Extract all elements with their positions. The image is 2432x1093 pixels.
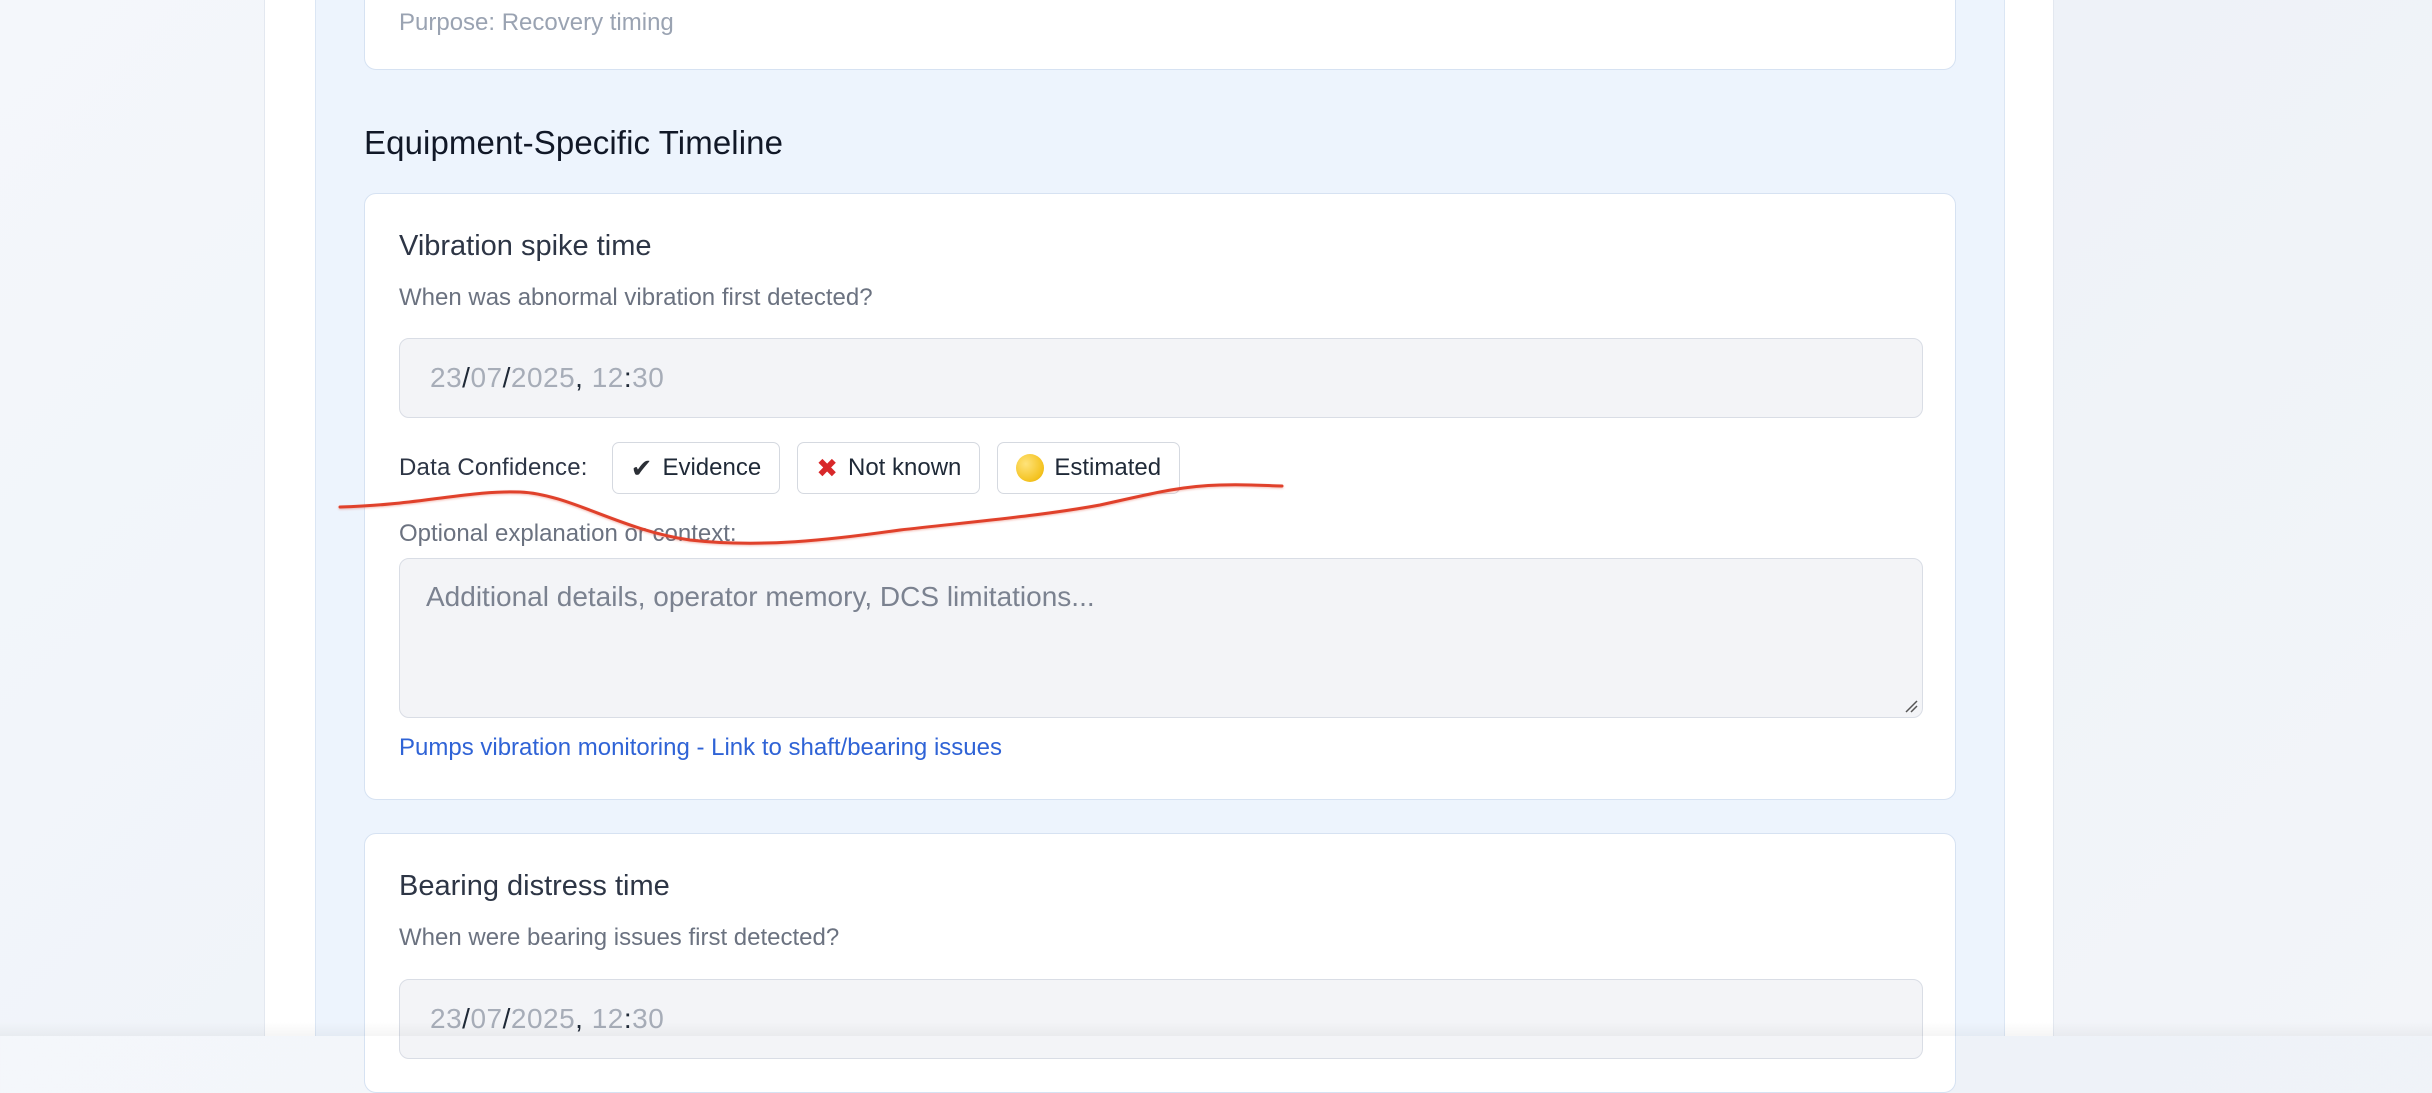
minute-segment[interactable]: 30 [632, 362, 664, 394]
day-segment[interactable]: 23 [430, 362, 462, 394]
year-segment[interactable]: 2025 [511, 362, 575, 394]
data-confidence-row: Data Confidence: ✔ Evidence ✖ Not known … [399, 442, 1197, 494]
explanation-placeholder: Additional details, operator memory, DCS… [426, 581, 1095, 612]
red-x-icon: ✖ [816, 452, 838, 483]
chip-label: Not known [847, 454, 962, 481]
explanation-label: Optional explanation or context: [399, 520, 737, 547]
datetime-input[interactable]: 23/07/2025, 12:30 [399, 979, 1923, 1059]
question-title: Bearing distress time [399, 870, 670, 902]
related-equipment-link[interactable]: Pumps vibration monitoring - Link to sha… [399, 734, 1002, 762]
check-icon: ✔ [630, 452, 653, 483]
timeline-section: Purpose: Recovery timing Equipment-Speci… [315, 0, 2005, 1093]
data-confidence-label: Data Confidence: [399, 454, 588, 481]
vibration-spike-card: Vibration spike time When was abnormal v… [364, 193, 1956, 800]
purpose-note: Purpose: Recovery timing [399, 9, 674, 36]
previous-question-card: Purpose: Recovery timing [364, 0, 1956, 70]
month-segment[interactable]: 07 [470, 362, 502, 394]
question-description: When was abnormal vibration first detect… [399, 284, 873, 311]
explanation-textarea[interactable]: Additional details, operator memory, DCS… [399, 558, 1923, 718]
confidence-evidence-button[interactable]: ✔ Evidence [611, 442, 781, 494]
chip-label: Evidence [662, 454, 762, 481]
question-title: Vibration spike time [399, 230, 652, 262]
form-page: Purpose: Recovery timing Equipment-Speci… [264, 0, 2054, 1093]
resize-handle-icon[interactable] [1902, 697, 1918, 713]
datetime-input[interactable]: 23/07/2025, 12:30 [399, 338, 1923, 418]
yellow-circle-icon [1016, 454, 1045, 482]
confidence-not-known-button[interactable]: ✖ Not known [797, 442, 981, 494]
bearing-distress-card: Bearing distress time When were bearing … [364, 833, 1956, 1093]
section-title: Equipment-Specific Timeline [364, 124, 784, 161]
question-description: When were bearing issues first detected? [399, 924, 840, 951]
confidence-estimated-button[interactable]: Estimated [997, 442, 1181, 494]
hour-segment[interactable]: 12 [592, 362, 624, 394]
chip-label: Estimated [1054, 454, 1162, 481]
